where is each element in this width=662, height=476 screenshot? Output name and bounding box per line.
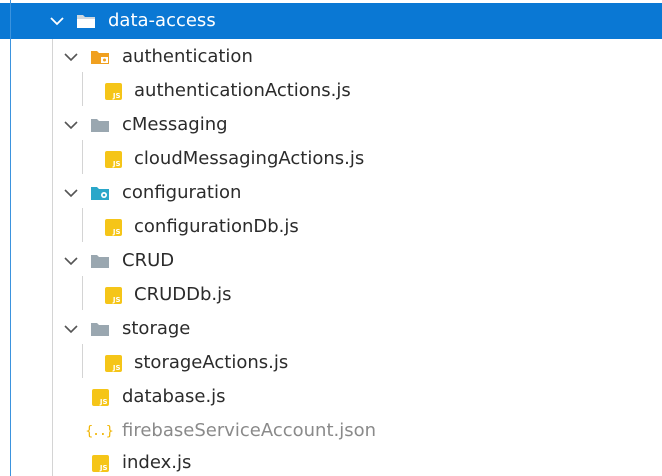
folder-auth-icon — [90, 47, 110, 67]
js-file-icon: JS — [103, 217, 123, 237]
tree-folder-data-access[interactable]: data-access — [0, 3, 662, 39]
js-file-icon: JS — [103, 285, 123, 305]
tree-folder-label: data-access — [108, 10, 216, 31]
tree-file-authenticationActions[interactable]: JS authenticationActions.js — [0, 74, 662, 108]
tree-file-label: CRUDDb.js — [134, 284, 232, 305]
tree-folder-CRUD[interactable]: CRUD — [0, 244, 662, 278]
js-file-icon: JS — [90, 453, 110, 473]
chevron-down-icon[interactable] — [62, 320, 80, 338]
tree-folder-label: storage — [122, 318, 191, 339]
tree-folder-storage[interactable]: storage — [0, 312, 662, 346]
chevron-down-icon[interactable] — [48, 12, 66, 30]
tree-file-index[interactable]: JS index.js — [0, 446, 662, 476]
folder-icon — [90, 115, 110, 135]
chevron-down-icon[interactable] — [62, 252, 80, 270]
tree-folder-label: CRUD — [122, 250, 175, 271]
tree-file-label: storageActions.js — [134, 352, 289, 373]
tree-folder-configuration[interactable]: configuration — [0, 176, 662, 210]
tree-file-firebaseServiceAccount[interactable]: {..} firebaseServiceAccount.json — [0, 414, 662, 448]
chevron-down-icon[interactable] — [62, 48, 80, 66]
tree-file-label: authenticationActions.js — [134, 80, 351, 101]
json-file-icon: {..} — [85, 423, 113, 439]
chevron-down-icon[interactable] — [62, 116, 80, 134]
js-file-icon: JS — [90, 387, 110, 407]
tree-file-database[interactable]: JS database.js — [0, 380, 662, 414]
js-file-icon: JS — [103, 149, 123, 169]
tree-file-cloudMessagingActions[interactable]: JS cloudMessagingActions.js — [0, 142, 662, 176]
tree-file-label: index.js — [122, 452, 192, 473]
folder-config-icon — [90, 183, 110, 203]
file-explorer-tree: data-access authentication JS authentica… — [0, 0, 662, 476]
tree-file-CRUDDb[interactable]: JS CRUDDb.js — [0, 278, 662, 312]
focus-border — [10, 0, 11, 476]
tree-file-label: database.js — [122, 386, 226, 407]
tree-folder-label: cMessaging — [122, 114, 228, 135]
tree-folder-label: authentication — [122, 46, 253, 67]
tree-file-label: cloudMessagingActions.js — [134, 148, 365, 169]
tree-folder-cMessaging[interactable]: cMessaging — [0, 108, 662, 142]
folder-open-icon — [76, 11, 96, 31]
js-file-icon: JS — [103, 81, 123, 101]
tree-file-storageActions[interactable]: JS storageActions.js — [0, 346, 662, 380]
folder-icon — [90, 319, 110, 339]
js-file-icon: JS — [103, 353, 123, 373]
tree-folder-label: configuration — [122, 182, 242, 203]
chevron-down-icon[interactable] — [62, 184, 80, 202]
folder-icon — [90, 251, 110, 271]
tree-file-configurationDb[interactable]: JS configurationDb.js — [0, 210, 662, 244]
tree-file-label: configurationDb.js — [134, 216, 299, 237]
tree-folder-authentication[interactable]: authentication — [0, 40, 662, 74]
tree-file-label: firebaseServiceAccount.json — [122, 420, 377, 441]
